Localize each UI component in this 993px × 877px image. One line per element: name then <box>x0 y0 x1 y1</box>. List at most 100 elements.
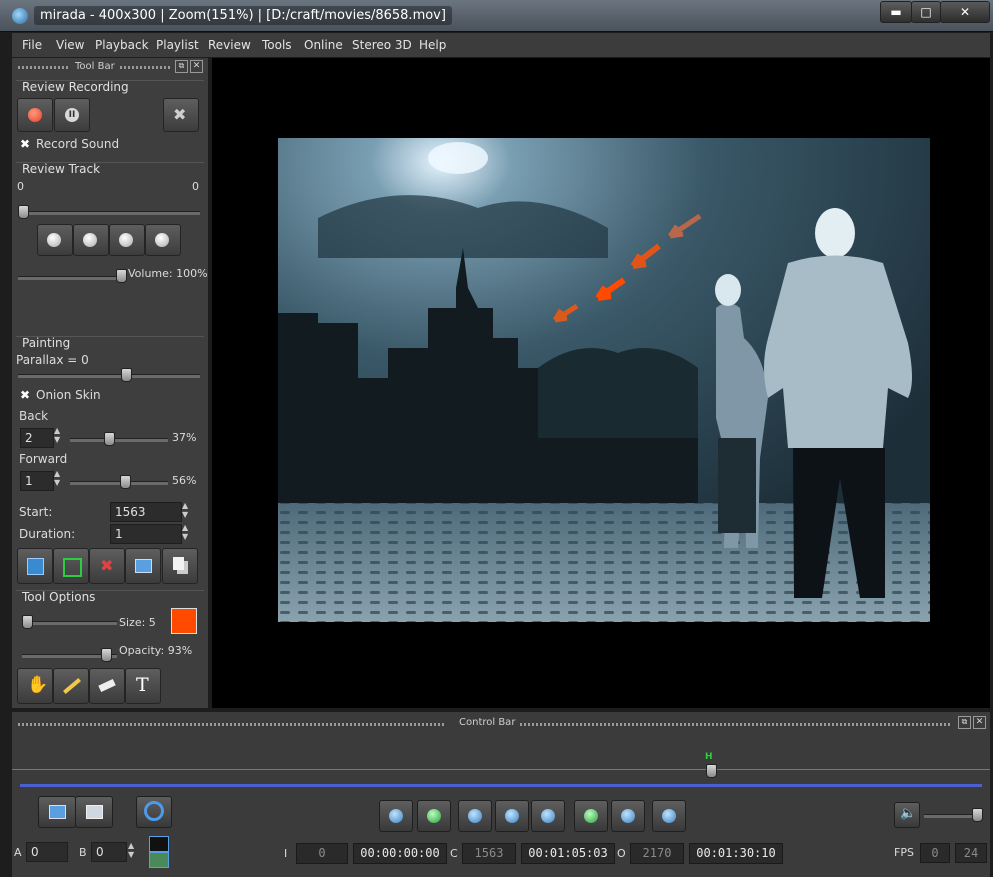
export-frame-button[interactable] <box>125 548 161 584</box>
current-frame-field[interactable]: 1563 <box>462 843 516 864</box>
master-volume-thumb[interactable] <box>972 808 983 822</box>
review-recording-heading: Review Recording <box>22 80 129 94</box>
back-thumb[interactable] <box>104 432 115 446</box>
zoom-button[interactable] <box>136 796 172 828</box>
b-label: B <box>79 846 87 859</box>
fit-frame-button[interactable] <box>53 548 89 584</box>
minimize-button[interactable]: ▬ <box>880 1 912 23</box>
menu-file[interactable]: File <box>22 38 42 52</box>
control-drag-grip[interactable] <box>18 723 446 726</box>
drag-grip-right[interactable] <box>120 66 172 69</box>
close-button[interactable]: ✕ <box>940 1 990 23</box>
track-stop-button[interactable] <box>73 224 109 256</box>
maximize-button[interactable]: □ <box>911 1 941 23</box>
timeline-playhead[interactable] <box>706 764 717 778</box>
step-back-button[interactable] <box>458 800 492 832</box>
playlist-view-button[interactable] <box>75 796 113 828</box>
loop-button[interactable] <box>652 800 686 832</box>
opacity-thumb[interactable] <box>101 648 112 662</box>
duration-stepper[interactable]: ▲ ▼ <box>182 523 188 541</box>
out-timecode-field[interactable]: 00:01:30:10 <box>689 843 783 864</box>
parallax-thumb[interactable] <box>121 368 132 382</box>
size-thumb[interactable] <box>22 615 33 629</box>
go-to-start-button[interactable] <box>379 800 413 832</box>
record-sound-checkbox[interactable]: ✖ <box>20 137 30 151</box>
record-button[interactable] <box>17 98 53 132</box>
paint-color-swatch[interactable] <box>171 608 197 634</box>
speaker-icon: 🔈 <box>900 806 917 821</box>
control-drag-grip-right[interactable] <box>520 723 952 726</box>
new-frame-button[interactable] <box>17 548 53 584</box>
review-track-slider[interactable] <box>20 211 200 215</box>
image-view-button[interactable] <box>38 796 76 828</box>
close-panel-icon[interactable]: ✕ <box>190 60 203 73</box>
start-spinbox[interactable]: 1563 <box>110 502 182 522</box>
fps-target-field[interactable]: 24 <box>955 843 987 863</box>
duration-spinbox[interactable]: 1 <box>110 524 182 544</box>
back-stepper[interactable]: ▲ ▼ <box>54 426 60 444</box>
current-timecode-field[interactable]: 00:01:05:03 <box>521 843 615 864</box>
track-prev-button[interactable] <box>109 224 145 256</box>
forward-stepper[interactable]: ▲ ▼ <box>54 469 60 487</box>
timeline-track[interactable] <box>12 769 990 770</box>
menu-stereo-3d[interactable]: Stereo 3D <box>352 38 412 52</box>
hand-tool-button[interactable]: ✋ <box>17 668 53 704</box>
menu-playlist[interactable]: Playlist <box>156 38 199 52</box>
track-next-button[interactable] <box>145 224 181 256</box>
forward-slider[interactable] <box>70 481 168 485</box>
review-track-thumb[interactable] <box>18 205 29 219</box>
menu-help[interactable]: Help <box>419 38 446 52</box>
i-label: I <box>284 847 288 860</box>
step-forward-button[interactable] <box>531 800 565 832</box>
menu-review[interactable]: Review <box>208 38 251 52</box>
go-to-end-button[interactable] <box>611 800 645 832</box>
menu-playback[interactable]: Playback <box>95 38 149 52</box>
duration-label: Duration: <box>19 527 76 541</box>
pause-recording-button[interactable]: II <box>54 98 90 132</box>
menu-online[interactable]: Online <box>304 38 343 52</box>
pencil-tool-button[interactable] <box>53 668 89 704</box>
eraser-tool-button[interactable] <box>89 668 125 704</box>
parallax-slider[interactable] <box>18 374 200 378</box>
start-stepper[interactable]: ▲ ▼ <box>182 501 188 519</box>
mute-button[interactable]: 🔈 <box>894 802 920 828</box>
back-spinbox[interactable]: 2 <box>20 428 54 448</box>
onion-skin-checkbox[interactable]: ✖ <box>20 388 30 402</box>
close-control-icon[interactable]: ✕ <box>973 716 986 729</box>
in-frame-field[interactable]: 0 <box>296 843 348 864</box>
menu-bar: File View Playback Playlist Review Tools… <box>12 33 990 57</box>
menu-tools[interactable]: Tools <box>262 38 292 52</box>
float-control-icon[interactable]: ⧉ <box>958 716 971 729</box>
drag-grip[interactable] <box>18 66 70 69</box>
b-input[interactable]: 0 <box>91 842 127 862</box>
cross-icon: ✖ <box>173 105 187 124</box>
back-slider[interactable] <box>70 438 168 442</box>
volume-slider[interactable] <box>18 276 122 280</box>
menu-view[interactable]: View <box>56 38 84 52</box>
b-stepper[interactable]: ▲ ▼ <box>128 841 134 859</box>
copy-frame-button[interactable] <box>162 548 198 584</box>
track-play-button[interactable] <box>37 224 73 256</box>
in-timecode-field[interactable]: 00:00:00:00 <box>353 843 447 864</box>
go-to-out-button[interactable] <box>574 800 608 832</box>
volume-thumb[interactable] <box>116 269 127 283</box>
volume-label: Volume: 100% <box>128 267 208 280</box>
float-panel-icon[interactable]: ⧉ <box>175 60 188 73</box>
playback-range-bar[interactable] <box>20 784 982 787</box>
text-tool-button[interactable]: T <box>125 668 161 704</box>
forward-spinbox[interactable]: 1 <box>20 471 54 491</box>
stereo-left-icon[interactable] <box>149 836 169 852</box>
forward-percent: 56% <box>172 474 197 487</box>
out-frame-field[interactable]: 2170 <box>630 843 684 864</box>
go-to-in-button[interactable] <box>417 800 451 832</box>
stereo-right-icon[interactable] <box>149 852 169 868</box>
size-slider[interactable] <box>22 621 117 625</box>
clear-recording-button[interactable]: ✖ <box>163 98 199 132</box>
forward-thumb[interactable] <box>120 475 131 489</box>
a-input[interactable]: 0 <box>26 842 68 862</box>
loop-icon <box>662 809 676 823</box>
magnifier-icon <box>144 801 164 821</box>
delete-frame-button[interactable]: ✖ <box>89 548 125 584</box>
video-viewer[interactable] <box>212 58 990 708</box>
play-button[interactable] <box>495 800 529 832</box>
